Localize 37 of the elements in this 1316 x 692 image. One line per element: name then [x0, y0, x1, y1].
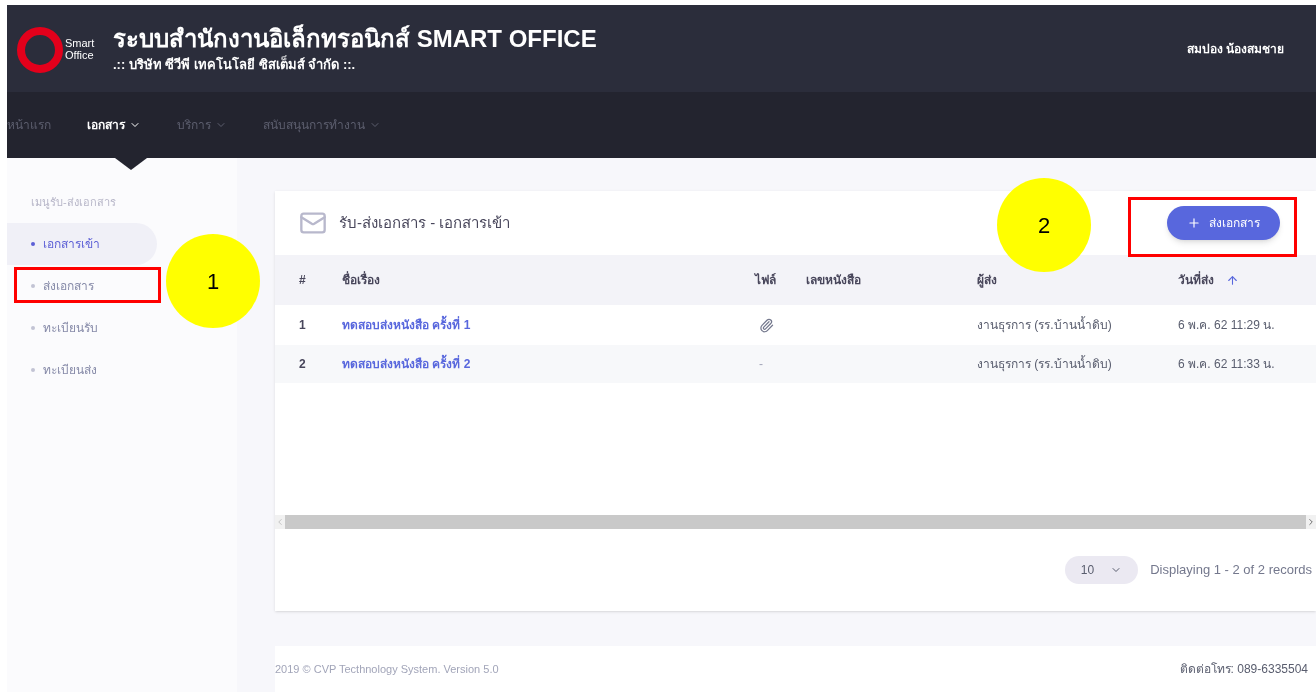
logo-ring	[17, 26, 63, 73]
sidebar-heading: เมนูรับ-ส่งเอกสาร	[30, 195, 117, 211]
table-cell: งานธุรการ (รร.บ้านน้ำดิบ)	[977, 357, 1112, 371]
row-number: 1	[299, 318, 306, 332]
table-cell: 6 พ.ค. 62 11:29 น.	[1178, 318, 1275, 332]
paperclip-icon[interactable]	[759, 317, 774, 333]
column-header[interactable]: ชื่อเรื่อง	[342, 273, 380, 287]
column-header[interactable]: วันที่ส่ง	[1178, 271, 1214, 289]
card-title: รับ-ส่งเอกสาร - เอกสารเข้า	[339, 212, 511, 233]
copyright-text: 2019 © CVP Tecthnology System. Version 5.0	[275, 661, 499, 677]
app-title: ระบบสำนักงานอิเล็กทรอนิกส์ SMART OFFICE	[113, 23, 597, 54]
column-header[interactable]: #	[299, 273, 306, 287]
logo-text: Office	[65, 48, 95, 61]
nav-tab[interactable]: หน้าแรก	[7, 92, 51, 158]
add-document-button[interactable]: ส่งเอกสาร	[1167, 206, 1280, 240]
table-cell: งานธุรการ (รร.บ้านน้ำดิบ)	[977, 318, 1112, 332]
sidebar-item[interactable]: เอกสารเข้า	[7, 222, 157, 265]
sidebar-item[interactable]: ทะเบียนส่ง	[7, 348, 157, 391]
page-size-select[interactable]: 10	[1064, 556, 1139, 584]
sidebar-item[interactable]: ทะเบียนรับ	[7, 306, 157, 349]
row-number: 2	[299, 357, 306, 371]
column-header[interactable]: ผู้ส่ง	[977, 273, 997, 287]
company-name: .:: บริษัท ซีวีพี เทคโนโลยี ซิสเต็มส์ จำกัด ::.	[113, 54, 357, 74]
nav-tab[interactable]: สนับสนุนการทำงาน	[263, 92, 381, 158]
table-cell: 6 พ.ค. 62 11:33 น.	[1178, 357, 1275, 371]
contact-text: ติดต่อโทร: 089-6335504	[1179, 661, 1309, 678]
nav-tab[interactable]: บริการ	[177, 92, 227, 158]
table-cell: -	[759, 357, 763, 371]
user-name[interactable]: สมปอง น้องสมชาย	[1186, 39, 1284, 58]
plus-icon	[1187, 216, 1201, 230]
records-summary: Displaying 1 - 2 of 2 records	[1150, 561, 1312, 580]
scroll-right-icon[interactable]	[1306, 517, 1316, 527]
sort-arrow-icon[interactable]	[1226, 273, 1239, 287]
column-header[interactable]: ไฟล์	[755, 273, 776, 287]
sidebar-item[interactable]: ส่งเอกสาร	[7, 264, 157, 307]
logo-text: Smart	[65, 36, 95, 49]
column-header[interactable]: เลขหนังสือ	[806, 273, 861, 287]
